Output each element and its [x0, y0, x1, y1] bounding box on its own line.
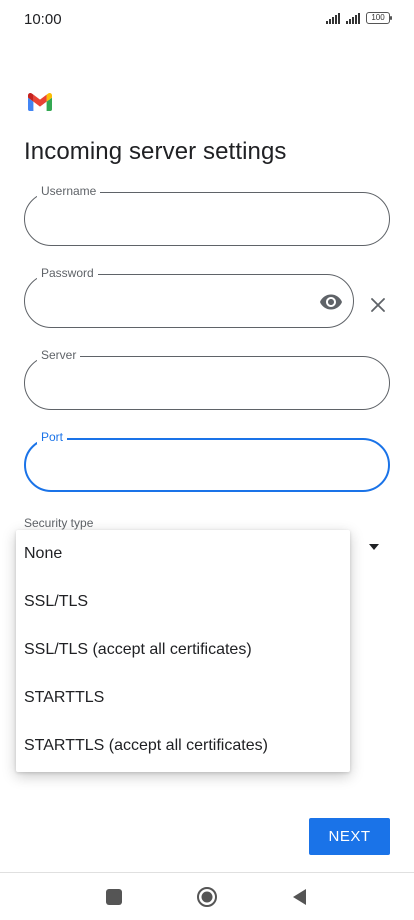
username-input[interactable] — [41, 193, 321, 245]
signal-icon-2 — [346, 12, 360, 24]
menu-option-none[interactable]: None — [16, 530, 350, 578]
port-input[interactable] — [42, 440, 322, 490]
server-input[interactable] — [41, 357, 321, 409]
eye-icon[interactable] — [319, 290, 343, 314]
back-icon[interactable] — [288, 885, 312, 909]
page-title: Incoming server settings — [24, 138, 287, 165]
menu-option-starttls-accept-all[interactable]: STARTTLS (accept all certificates) — [16, 722, 350, 770]
username-field[interactable]: Username — [24, 184, 390, 246]
menu-option-ssl-tls-accept-all[interactable]: SSL/TLS (accept all certificates) — [16, 626, 350, 674]
dropdown-arrow-icon[interactable] — [368, 543, 380, 551]
server-field[interactable]: Server — [24, 348, 390, 410]
status-time: 10:00 — [24, 11, 62, 28]
port-field[interactable]: Port — [24, 430, 390, 492]
battery-level: 100 — [371, 13, 385, 22]
navigation-bar — [0, 872, 414, 920]
close-icon[interactable] — [368, 295, 388, 315]
menu-option-starttls[interactable]: STARTTLS — [16, 674, 350, 722]
password-field[interactable]: Password — [24, 266, 354, 328]
password-input[interactable] — [41, 275, 321, 327]
gmail-logo-icon — [28, 93, 52, 111]
status-icons: 100 — [326, 12, 392, 24]
signal-icon — [326, 12, 340, 24]
security-type-menu: None SSL/TLS SSL/TLS (accept all certifi… — [16, 530, 350, 772]
security-type-label: Security type — [24, 516, 94, 530]
home-icon[interactable] — [195, 885, 219, 909]
next-button[interactable]: NEXT — [309, 818, 390, 855]
battery-icon: 100 — [366, 12, 392, 24]
screen: 10:00 100 Incoming server settings Usern… — [0, 0, 414, 920]
recents-icon[interactable] — [102, 885, 126, 909]
status-bar: 10:00 100 — [0, 0, 414, 40]
menu-option-ssl-tls[interactable]: SSL/TLS — [16, 578, 350, 626]
